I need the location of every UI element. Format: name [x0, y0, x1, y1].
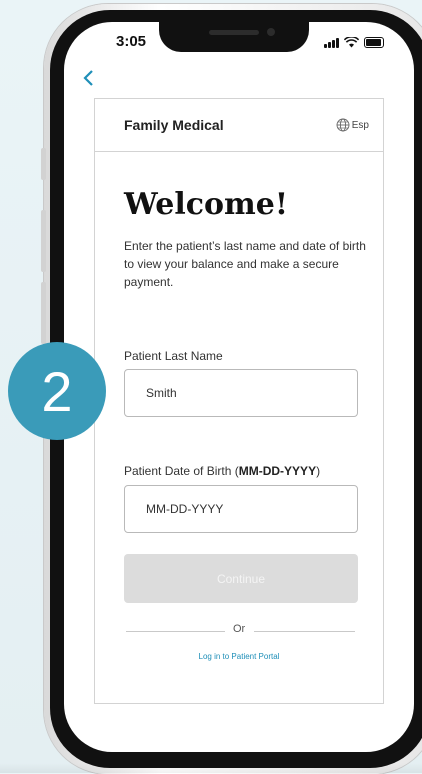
camera	[267, 28, 275, 36]
battery-icon	[364, 37, 384, 48]
dob-placeholder: MM-DD-YYYY	[146, 502, 224, 516]
last-name-label: Patient Last Name	[124, 349, 223, 363]
intro-text: Enter the patient’s last name and date o…	[124, 239, 366, 289]
language-toggle[interactable]: Esp	[336, 118, 369, 132]
dob-input[interactable]: MM-DD-YYYY	[124, 485, 358, 533]
step-badge: 2	[8, 342, 106, 440]
divider-left	[126, 631, 225, 632]
brand-name: Family Medical	[124, 117, 224, 133]
last-name-input[interactable]: Smith	[124, 369, 358, 417]
side-button	[41, 148, 46, 180]
last-name-value: Smith	[146, 386, 177, 400]
notch	[159, 20, 309, 52]
card-header: Family Medical Esp	[95, 99, 383, 152]
status-icons	[324, 34, 384, 48]
bottom-shadow	[0, 763, 422, 773]
divider-right	[254, 631, 355, 632]
patient-portal-link[interactable]: Log in to Patient Portal	[95, 652, 383, 661]
side-button	[41, 282, 46, 344]
globe-icon	[336, 118, 350, 132]
status-time: 3:05	[116, 33, 147, 50]
signal-icon	[324, 37, 339, 48]
language-label: Esp	[351, 119, 369, 131]
speaker	[209, 30, 259, 35]
continue-button[interactable]: Continue	[124, 554, 358, 603]
side-button	[41, 210, 46, 272]
welcome-card: Family Medical Esp Welcome! Enter the pa…	[94, 98, 384, 704]
dob-label: Patient Date of Birth (MM-DD-YYYY)	[124, 464, 321, 478]
wifi-icon	[344, 37, 359, 48]
page-title: Welcome!	[124, 187, 289, 222]
or-separator: Or	[233, 623, 246, 635]
back-chevron-icon[interactable]	[82, 68, 94, 92]
